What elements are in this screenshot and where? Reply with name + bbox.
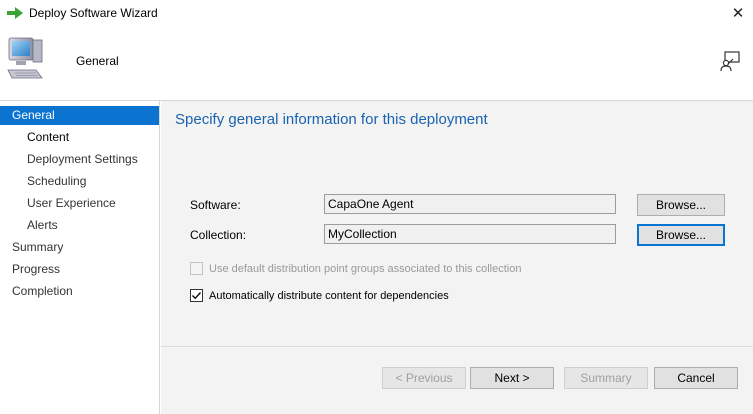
nav-item-deployment-settings[interactable]: Deployment Settings — [0, 150, 159, 169]
window-title: Deploy Software Wizard — [29, 6, 158, 20]
software-field[interactable]: CapaOne Agent — [324, 194, 616, 214]
previous-button[interactable]: < Previous — [382, 367, 466, 389]
help-person-icon[interactable] — [719, 50, 741, 72]
close-icon[interactable]: ✕ — [723, 0, 753, 26]
nav-item-scheduling[interactable]: Scheduling — [0, 172, 159, 191]
wizard-header: General — [0, 28, 753, 94]
use-default-dp-label: Use default distribution point groups as… — [209, 262, 522, 275]
nav-item-completion[interactable]: Completion — [0, 282, 159, 301]
computer-icon — [7, 37, 43, 79]
collection-field[interactable]: MyCollection — [324, 224, 616, 244]
collection-label: Collection: — [190, 228, 247, 242]
wizard-nav: General Content Deployment Settings Sche… — [0, 101, 160, 414]
footer-divider — [161, 346, 753, 347]
green-arrow-icon — [7, 7, 23, 19]
summary-button[interactable]: Summary — [564, 367, 648, 389]
header-title: General — [76, 54, 119, 68]
nav-item-summary[interactable]: Summary — [0, 238, 159, 257]
checkmark-icon — [192, 292, 201, 300]
software-browse-button[interactable]: Browse... — [637, 194, 725, 216]
page-heading: Specify general information for this dep… — [175, 111, 488, 128]
auto-distribute-checkbox[interactable] — [190, 289, 203, 302]
software-label: Software: — [190, 198, 241, 212]
nav-item-alerts[interactable]: Alerts — [0, 216, 159, 235]
main-panel: Specify general information for this dep… — [161, 101, 753, 414]
auto-distribute-label: Automatically distribute content for dep… — [209, 289, 449, 302]
cancel-button[interactable]: Cancel — [654, 367, 738, 389]
use-default-dp-checkbox[interactable] — [190, 262, 203, 275]
nav-item-progress[interactable]: Progress — [0, 260, 159, 279]
use-default-dp-option[interactable]: Use default distribution point groups as… — [190, 262, 521, 275]
next-button[interactable]: Next > — [470, 367, 554, 389]
nav-item-user-experience[interactable]: User Experience — [0, 194, 159, 213]
nav-item-general[interactable]: General — [0, 106, 159, 125]
title-bar: Deploy Software Wizard ✕ — [0, 0, 753, 28]
nav-item-content[interactable]: Content — [0, 128, 159, 147]
auto-distribute-option[interactable]: Automatically distribute content for dep… — [190, 289, 449, 302]
collection-browse-button[interactable]: Browse... — [637, 224, 725, 246]
